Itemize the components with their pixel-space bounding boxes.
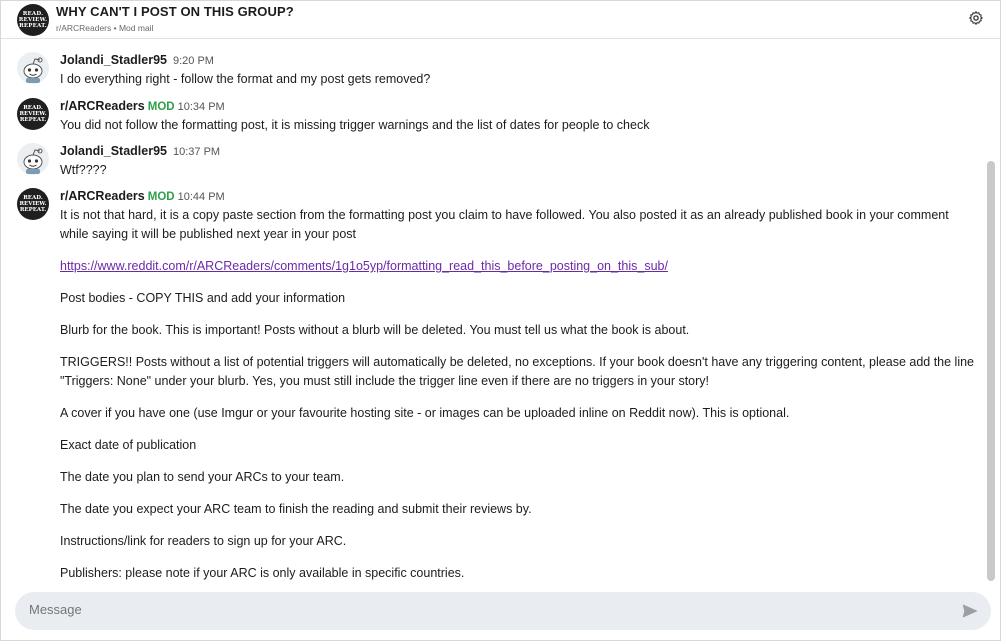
message-time: 10:37 PM <box>173 146 221 158</box>
message-body: Wtf???? <box>60 161 975 180</box>
message-list[interactable]: Jolandi_Stadler95 9:20 PM I do everything… <box>1 40 986 585</box>
message-paragraph: https://www.reddit.com/r/ARCReaders/comm… <box>60 257 975 276</box>
message-time: 10:34 PM <box>177 101 225 113</box>
message-body: You did not follow the formatting post, … <box>60 116 975 135</box>
message-meta: Jolandi_Stadler95 9:20 PM <box>60 53 214 67</box>
message-line: You did not follow the formatting post, … <box>60 118 650 132</box>
message-composer <box>15 592 991 630</box>
message-author[interactable]: Jolandi_Stadler95 <box>60 144 167 158</box>
message-paragraph: Publishers: please note if your ARC is o… <box>60 566 465 580</box>
message-time: 9:20 PM <box>173 55 214 67</box>
message-meta: r/ARCReaders MOD 10:44 PM <box>60 189 225 203</box>
message-paragraph: The date you plan to send your ARCs to y… <box>60 470 345 484</box>
message-body: I do everything right - follow the forma… <box>60 70 975 89</box>
subreddit-avatar[interactable]: READ. REVIEW. REPEAT. <box>17 98 49 130</box>
message-author[interactable]: r/ARCReaders <box>60 99 145 113</box>
mod-badge: MOD <box>147 101 175 113</box>
message-line: Wtf???? <box>60 163 107 177</box>
message-paragraph: Post bodies - COPY THIS and add your inf… <box>60 291 346 305</box>
subreddit-avatar: READ. REVIEW. REPEAT. <box>17 4 49 36</box>
message-meta: r/ARCReaders MOD 10:34 PM <box>60 99 225 113</box>
message-paragraph: The date you expect your ARC team to fin… <box>60 502 532 516</box>
message-meta: Jolandi_Stadler95 10:37 PM <box>60 144 220 158</box>
gear-icon[interactable] <box>968 10 984 26</box>
message-line: I do everything right - follow the forma… <box>60 72 431 86</box>
user-avatar[interactable] <box>17 52 49 84</box>
conversation-header: READ. REVIEW. REPEAT. WHY CAN'T I POST O… <box>1 1 1000 39</box>
message-author[interactable]: Jolandi_Stadler95 <box>60 53 167 67</box>
conversation-subtitle: r/ARCReaders • Mod mail <box>56 23 154 33</box>
message-paragraph: A cover if you have one (use Imgur or yo… <box>60 406 790 420</box>
message-paragraph: TRIGGERS!! Posts without a list of poten… <box>60 355 975 388</box>
snoo-avatar-icon <box>23 148 43 174</box>
message-body: It is not that hard, it is a copy paste … <box>60 206 975 585</box>
user-avatar[interactable] <box>17 143 49 175</box>
message-paragraph: Exact date of publication <box>60 438 197 452</box>
mod-badge: MOD <box>147 191 175 203</box>
message-input[interactable] <box>29 602 929 617</box>
subreddit-avatar[interactable]: READ. REVIEW. REPEAT. <box>17 188 49 220</box>
scrollbar-thumb[interactable] <box>987 161 995 581</box>
message-paragraph: Instructions/link for readers to sign up… <box>60 534 347 548</box>
modmail-window: READ. REVIEW. REPEAT. WHY CAN'T I POST O… <box>0 0 1001 641</box>
message-paragraph: Blurb for the book. This is important! P… <box>60 323 690 337</box>
formatting-post-link[interactable]: https://www.reddit.com/r/ARCReaders/comm… <box>60 259 668 273</box>
send-icon[interactable] <box>961 602 979 620</box>
message-paragraph: It is not that hard, it is a copy paste … <box>60 208 949 241</box>
conversation-title: WHY CAN'T I POST ON THIS GROUP? <box>56 4 294 19</box>
message-time: 10:44 PM <box>177 191 225 203</box>
snoo-avatar-icon <box>23 57 43 83</box>
message-author[interactable]: r/ARCReaders <box>60 189 145 203</box>
